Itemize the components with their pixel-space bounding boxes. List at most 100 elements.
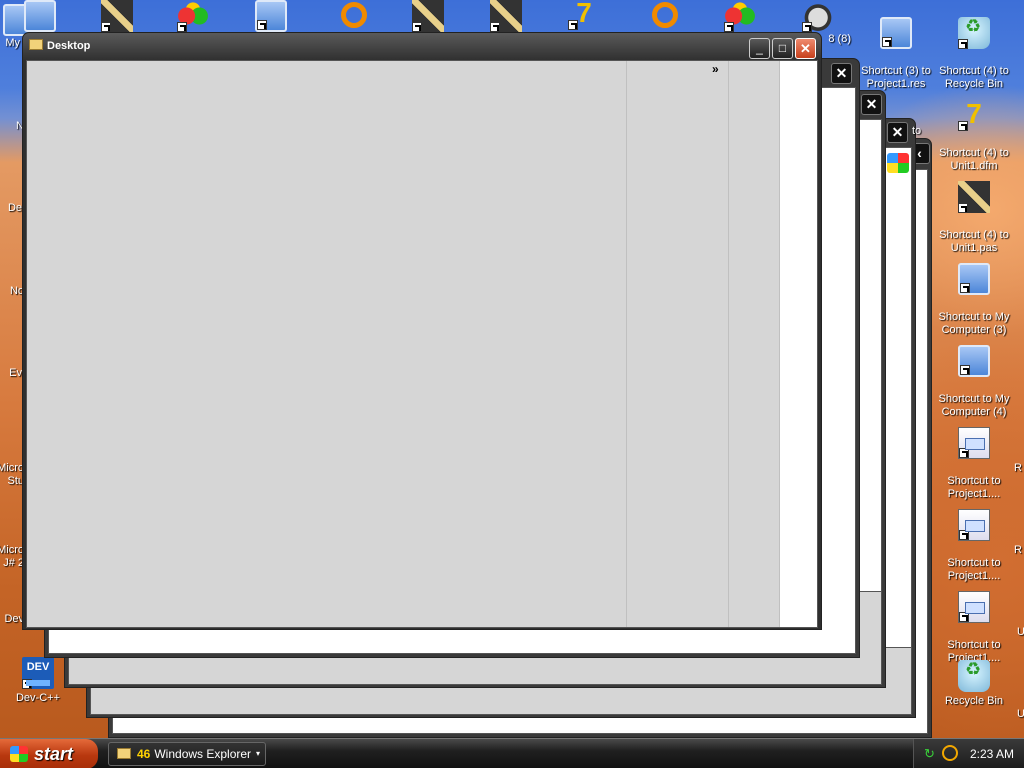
ring-icon xyxy=(649,2,681,34)
shortcut-arrow-icon xyxy=(257,20,267,30)
desktop-icon-top[interactable] xyxy=(150,0,236,35)
window-title-text: Desktop xyxy=(47,40,91,52)
shortcut-arrow-icon xyxy=(882,37,892,47)
desktop-icon-partial[interactable]: Dev xyxy=(0,613,24,626)
desktop-icon-partial-right[interactable]: R xyxy=(1014,462,1024,475)
desktop-icon-top[interactable] xyxy=(385,0,471,35)
minimize-button[interactable]: _ xyxy=(749,38,770,59)
pencil-icon xyxy=(412,0,444,32)
folder-icon xyxy=(29,39,43,50)
dropdown-arrow-icon: ▾ xyxy=(255,749,260,758)
desktop-icon-partial-right[interactable]: U xyxy=(1017,626,1024,639)
pencil-icon xyxy=(101,0,133,32)
column-divider[interactable] xyxy=(626,61,627,627)
desktop-icon-top[interactable] xyxy=(0,0,83,35)
window-title: Desktop xyxy=(29,38,90,56)
desktop-icon-partial[interactable]: Micro J# 2 xyxy=(0,531,24,583)
desktop-icon-recycle-bin[interactable]: Recycle Bin xyxy=(931,660,1017,708)
desktop-icon-label: Micro Stu xyxy=(0,462,24,487)
shortcut-arrow-icon xyxy=(958,39,968,49)
desktop-icon-partial[interactable]: Ev xyxy=(0,367,22,380)
desktop-icon-top[interactable] xyxy=(74,0,160,35)
desktop-explorer-window[interactable]: Desktop _ □ ✕ » xyxy=(22,32,822,630)
butterfly-icon xyxy=(177,0,209,32)
shortcut-arrow-icon xyxy=(412,22,422,32)
search-icon[interactable] xyxy=(942,745,958,761)
desktop-icon-partial-right[interactable]: U xyxy=(1017,708,1024,721)
recycle-bin-icon xyxy=(958,660,990,692)
chevron-more-button[interactable]: » xyxy=(712,62,719,76)
shortcut-arrow-icon xyxy=(490,22,500,32)
pencil-icon xyxy=(958,181,990,213)
desktop-icon-label: Shortcut (3) to Project1.res xyxy=(861,65,931,90)
document-icon xyxy=(958,591,990,623)
shortcut-arrow-icon xyxy=(802,22,812,32)
computer-icon xyxy=(255,0,287,32)
taskbar-group-label: Windows Explorer xyxy=(154,747,252,761)
taskbar: start 46 Windows Explorer ▾ ↻ 2:23 AM xyxy=(0,738,1024,768)
close-button[interactable]: ✕ xyxy=(861,94,882,115)
shortcut-arrow-icon xyxy=(101,22,111,32)
close-button[interactable]: ✕ xyxy=(795,38,816,59)
folder-icon xyxy=(117,748,131,759)
windows-logo-icon xyxy=(10,746,28,762)
taskbar-group-windows-explorer[interactable]: 46 Windows Explorer ▾ xyxy=(108,742,266,766)
column-divider[interactable] xyxy=(728,61,729,627)
network-sync-icon[interactable]: ↻ xyxy=(924,747,938,761)
right-pane xyxy=(779,61,817,627)
shortcut-arrow-icon xyxy=(958,203,968,213)
recycle-bin-icon xyxy=(958,17,990,49)
start-button[interactable]: start xyxy=(0,739,98,768)
shortcut-arrow-icon xyxy=(568,20,578,30)
desktop-icon-label: De xyxy=(7,202,22,214)
desktop-icon-top[interactable] xyxy=(228,0,314,35)
system-tray: ↻ 2:23 AM xyxy=(913,739,1024,768)
desktop-icon-label: Recycle Bin xyxy=(944,695,1004,707)
desktop-icon-label: Dev xyxy=(4,613,24,625)
close-button[interactable]: ✕ xyxy=(831,63,852,84)
desktop-icon-partial-right[interactable]: R xyxy=(1014,544,1024,557)
shortcut-arrow-icon xyxy=(960,365,970,375)
desktop-icon-shortcut-project1-res[interactable]: Shortcut (3) to Project1.res xyxy=(853,4,939,104)
dev-cpp-icon: DEV xyxy=(22,657,54,689)
desktop-icon-top[interactable] xyxy=(697,0,783,35)
desktop-icon-label: No xyxy=(9,285,24,297)
desktop-icon-label: U xyxy=(1017,626,1024,638)
shortcut-arrow-icon xyxy=(958,121,968,131)
desktop-icon-partial[interactable]: No xyxy=(0,285,24,298)
desktop-icon-label: Dev-C++ xyxy=(15,692,61,704)
desktop-icon-label: U xyxy=(1017,708,1024,720)
document-icon xyxy=(958,509,990,541)
desktop-icon-label: N xyxy=(16,120,24,132)
shortcut-arrow-icon xyxy=(724,22,734,32)
desktop-icon-label: R xyxy=(1014,544,1022,556)
ring-icon xyxy=(338,2,370,34)
shortcut-arrow-icon xyxy=(959,530,969,540)
shortcut-arrow-icon xyxy=(959,448,969,458)
desktop-icon-partial[interactable]: De xyxy=(0,202,22,215)
desktop-icon-label: Ev xyxy=(9,367,22,379)
seven-icon: 7 xyxy=(958,99,990,131)
window-content: » xyxy=(26,60,818,628)
shortcut-arrow-icon xyxy=(959,612,969,622)
computer-icon xyxy=(24,0,56,32)
computer-icon xyxy=(958,263,990,295)
maximize-button[interactable]: □ xyxy=(772,38,793,59)
butterfly-icon xyxy=(724,0,756,32)
seven-icon: 7 xyxy=(568,0,600,30)
document-icon xyxy=(958,427,990,459)
computer-icon xyxy=(880,17,912,49)
desktop-icon-partial[interactable]: Micro Stu xyxy=(0,449,24,501)
desktop-icon-label: Micro J# 2 xyxy=(0,544,24,569)
computer-icon xyxy=(958,345,990,377)
shortcut-arrow-icon xyxy=(22,679,32,689)
desktop-icon-top[interactable] xyxy=(463,0,549,35)
desktop-icon-partial[interactable]: N xyxy=(0,120,24,133)
shortcut-arrow-icon xyxy=(177,22,187,32)
desktop-icon-label: R xyxy=(1014,462,1022,474)
close-button[interactable]: ✕ xyxy=(887,122,908,143)
raccoon-icon xyxy=(802,0,834,32)
desktop-icon-top[interactable]: 7 xyxy=(541,0,627,33)
start-label: start xyxy=(34,744,74,764)
clock[interactable]: 2:23 AM xyxy=(970,739,1014,768)
